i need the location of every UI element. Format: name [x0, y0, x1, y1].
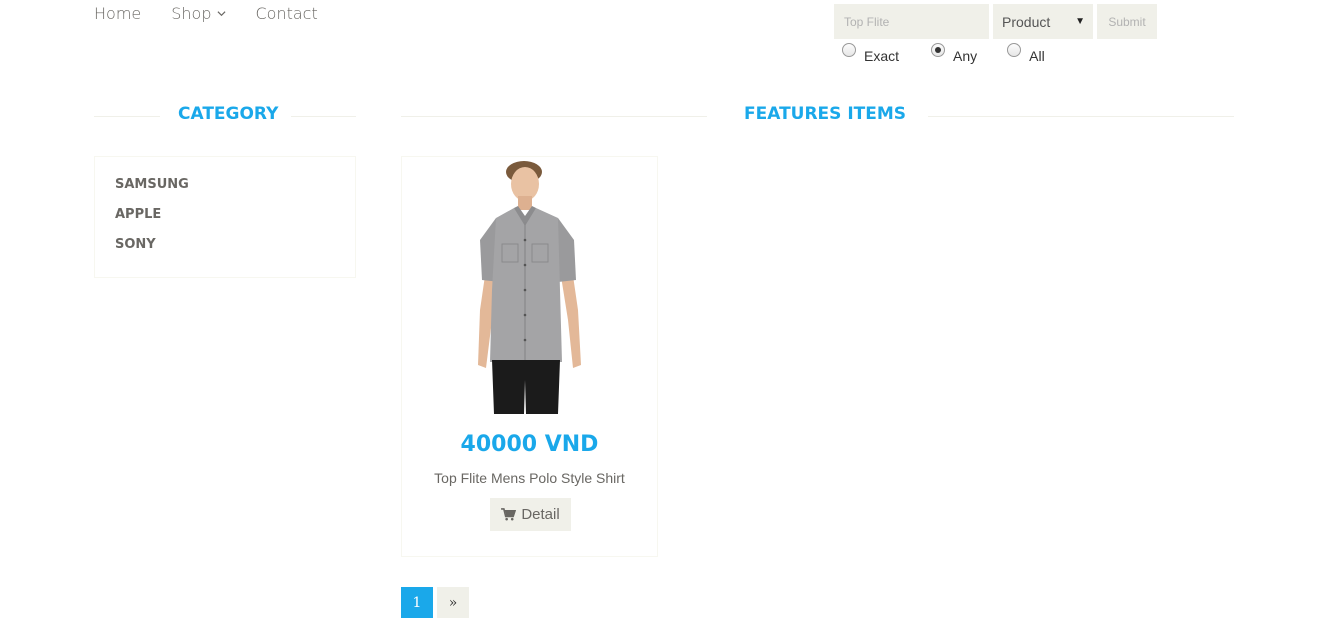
- radio-exact-label: Exact: [864, 48, 900, 64]
- next-page-button[interactable]: »: [437, 587, 469, 618]
- search-submit-button[interactable]: Submit: [1097, 4, 1157, 39]
- nav-shop-label: Shop: [171, 4, 212, 23]
- pagination: 1 »: [401, 587, 469, 618]
- product-card: 40000 VND Top Flite Mens Polo Style Shir…: [401, 156, 658, 557]
- category-item-apple[interactable]: APPLE: [115, 207, 355, 237]
- search-mode-group: Exact Any All: [834, 43, 1157, 64]
- search-form: Product ▼ Submit Exact Any All: [834, 4, 1157, 64]
- product-name[interactable]: Top Flite Mens Polo Style Shirt: [402, 470, 657, 486]
- features-heading: FEATURES ITEMS: [401, 104, 1234, 128]
- nav-shop-link[interactable]: Shop: [171, 4, 226, 23]
- features-title: FEATURES ITEMS: [744, 104, 907, 124]
- search-input[interactable]: [834, 4, 989, 39]
- nav-home-link[interactable]: Home: [94, 4, 141, 23]
- search-type-select[interactable]: Product ▼: [993, 4, 1093, 39]
- category-item-sony[interactable]: SONY: [115, 237, 355, 267]
- category-item-samsung[interactable]: SAMSUNG: [115, 177, 355, 207]
- product-detail-button[interactable]: Detail: [490, 498, 571, 531]
- category-panel: SAMSUNG APPLE SONY: [94, 156, 356, 278]
- radio-exact[interactable]: [842, 43, 856, 57]
- page-1-button[interactable]: 1: [401, 587, 433, 618]
- product-detail-label: Detail: [521, 506, 560, 523]
- caret-down-icon: ▼: [1075, 16, 1085, 27]
- category-heading: CATEGORY: [94, 104, 356, 128]
- chevron-down-icon: [216, 11, 226, 17]
- radio-all[interactable]: [1007, 43, 1022, 57]
- heading-divider: [291, 116, 356, 117]
- radio-any[interactable]: [931, 43, 946, 57]
- nav-contact-link[interactable]: Contact: [256, 4, 318, 23]
- category-title: CATEGORY: [178, 104, 279, 124]
- product-price: 40000 VND: [460, 432, 599, 457]
- search-type-value: Product: [1002, 13, 1051, 30]
- search-mode-exact[interactable]: Exact: [842, 43, 899, 64]
- product-image: [478, 161, 581, 414]
- main-nav: Home Shop Contact: [94, 4, 318, 23]
- heading-divider: [401, 116, 707, 117]
- radio-any-label: Any: [953, 48, 978, 64]
- search-mode-any[interactable]: Any: [931, 43, 977, 64]
- radio-all-label: All: [1029, 48, 1045, 64]
- heading-divider: [94, 116, 160, 117]
- heading-divider: [928, 116, 1234, 117]
- shopping-cart-icon: [501, 508, 517, 521]
- search-mode-all[interactable]: All: [1007, 43, 1045, 64]
